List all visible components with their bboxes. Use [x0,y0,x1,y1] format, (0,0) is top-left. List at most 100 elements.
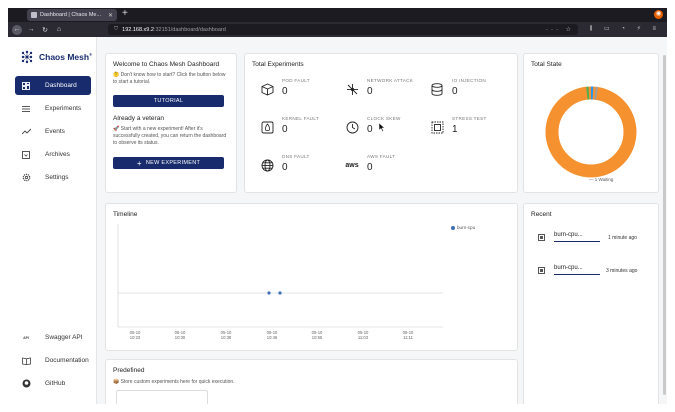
stat-label: IO INJECTION [452,78,486,83]
stat-network-attack[interactable]: NETWORK ATTACK 0 [345,78,413,97]
x-tick-label: 05-10 11:03 [357,330,369,340]
total-state-title: Total State [531,61,562,68]
api-icon: API [23,335,29,340]
list-icon [21,104,31,114]
home-button[interactable]: ⌂ [54,25,64,35]
recent-item-name: burn-cpu... [554,265,600,275]
experiment-status-icon [538,233,545,241]
sidebar-item-swagger[interactable]: API Swagger API [15,328,91,347]
stat-clock-skew[interactable]: CLOCK SKEW 0 [345,116,401,135]
stat-label: NETWORK ATTACK [367,78,414,83]
stat-value: 1 [452,124,458,135]
sidebar-item-archives[interactable]: Archives [15,145,91,164]
stat-io-injection[interactable]: IO INJECTION 0 [430,78,486,97]
cube-icon [260,82,274,96]
welcome-intro: 🤔 Don't know how to start? Click the but… [113,72,226,85]
stat-stress-test[interactable]: STRESS TEST 1 [430,116,487,135]
sidebar-item-github[interactable]: GitHub [15,374,91,393]
welcome-card: Welcome to Chaos Mesh Dashboard 🤔 Don't … [105,53,237,193]
x-tick-label: 05-10 10:38 [220,330,232,340]
sidebar-item-label: Documentation [45,357,89,364]
network-icon [345,82,359,96]
lock-icon: ⛉ [114,26,119,32]
veteran-title: Already a veteran [113,115,164,122]
tab-title: Dashboard | Chaos Me... [40,12,102,18]
new-tab-button[interactable]: + [122,8,128,19]
sidebar-item-experiments[interactable]: Experiments [15,99,91,118]
bookmark-icon[interactable]: ··· ☆ [546,26,574,33]
toolbar-icons[interactable]: ⫼ ▭ ◔ ⚡ ≡ [590,25,661,33]
stat-value: 0 [282,124,288,135]
browser-tab-bar: Dashboard | Chaos Me... ✕ + ◉ [8,8,667,22]
stat-value: 0 [282,86,288,97]
clock-icon [345,120,359,134]
total-state-legend: — 1 Waiting [589,177,614,182]
x-tick-label: 05-10 10:46 [266,330,278,340]
recent-card: Recent burn-cpu... 1 minute ago burn-cpu… [523,203,659,404]
chaos-mesh-logo-icon [21,50,33,64]
dashboard-page: Chaos Mesh® Dashboard Experiments Events… [8,37,667,404]
sidebar-item-label: Swagger API [45,334,83,341]
sidebar-item-documentation[interactable]: Documentation [15,351,91,370]
timeline-point[interactable] [278,291,282,295]
x-tick-label: 05-10 10:23 [129,330,141,340]
stat-label: AWS FAULT [367,154,396,159]
recent-item-name: burn-cpu... [554,232,600,242]
predefined-title: Predefined [113,367,145,374]
experiment-status-icon [538,266,545,274]
total-state-donut-chart [545,86,637,178]
timeline-card: Timeline burn-cpu 05-10 10:23 05-10 10:30 … [105,203,518,351]
sidebar-item-dashboard[interactable]: Dashboard [15,76,91,95]
sidebar-item-label: Settings [45,174,69,181]
timeline-legend[interactable]: burn-cpu [451,225,475,230]
plus-icon: + [136,158,142,168]
timeline-point[interactable] [267,291,271,295]
stat-label: DNS FAULT [282,154,310,159]
new-experiment-button[interactable]: + NEW EXPERIMENT [113,157,224,169]
stat-label: KERNEL FAULT [282,116,320,121]
forward-button[interactable]: → [26,25,36,35]
predefined-text: 📦 Store custom experiments here for quic… [113,379,235,385]
stat-label: CLOCK SKEW [367,116,401,121]
app-logo[interactable]: Chaos Mesh® [20,50,92,64]
stat-label: POD FAULT [282,78,310,83]
reload-button[interactable]: ↻ [40,25,50,35]
archive-icon [21,150,31,160]
stat-value: 0 [282,162,288,173]
tutorial-button[interactable]: TUTORIAL [113,95,224,107]
sidebar-item-settings[interactable]: Settings [15,168,91,187]
recent-item-time: 3 minutes ago [606,268,638,274]
dashboard-icon [21,81,31,91]
total-experiments-card: Total Experiments POD FAULT 0 NETWORK ATT… [244,53,518,193]
back-button[interactable]: ← [12,24,22,35]
x-tick-label: 05-10 11:11 [402,330,414,340]
recent-title: Recent [531,211,552,218]
legend-dot-icon [451,225,455,230]
stat-pod-fault[interactable]: POD FAULT 0 [260,78,310,97]
sidebar-item-label: GitHub [45,380,66,387]
x-tick-label: 05-10 10:55 [311,330,323,340]
url-host: 192.168.x9.2 [122,26,154,33]
firefox-menu-icon[interactable]: ◉ [654,10,663,19]
mouse-cursor-icon [379,123,386,132]
stat-kernel-fault[interactable]: KERNEL FAULT 0 [260,116,319,135]
stat-aws-fault[interactable]: aws AWS FAULT 0 [345,154,395,173]
veteran-text: 🚀 Start with a new experiment! After it'… [113,126,227,146]
stat-label: STRESS TEST [452,116,487,121]
stat-value: 0 [367,162,373,173]
linux-icon [260,120,274,134]
welcome-title: Welcome to Chaos Mesh Dashboard [113,61,220,68]
predefined-placeholder-card[interactable] [116,390,208,404]
stat-value: 0 [452,86,458,97]
browser-tab[interactable]: Dashboard | Chaos Me... ✕ [27,9,117,21]
url-path: :32151/dashboard/dashboard [153,26,226,33]
page-scrollbar[interactable] [663,55,666,395]
stat-dns-fault[interactable]: DNS FAULT 0 [260,154,310,173]
app-name: Chaos Mesh® [39,52,93,62]
tab-close-icon[interactable]: ✕ [108,12,113,19]
url-bar[interactable]: ⛉ 192.168.x9.2 :32151/dashboard/dashboar… [108,24,578,35]
sidebar-item-events[interactable]: Events [15,122,91,141]
browser-nav-bar: ← → ↻ ⌂ ⛉ 192.168.x9.2 :32151/dashboard/… [8,22,667,37]
database-icon [430,82,444,96]
stat-value: 0 [367,86,373,97]
